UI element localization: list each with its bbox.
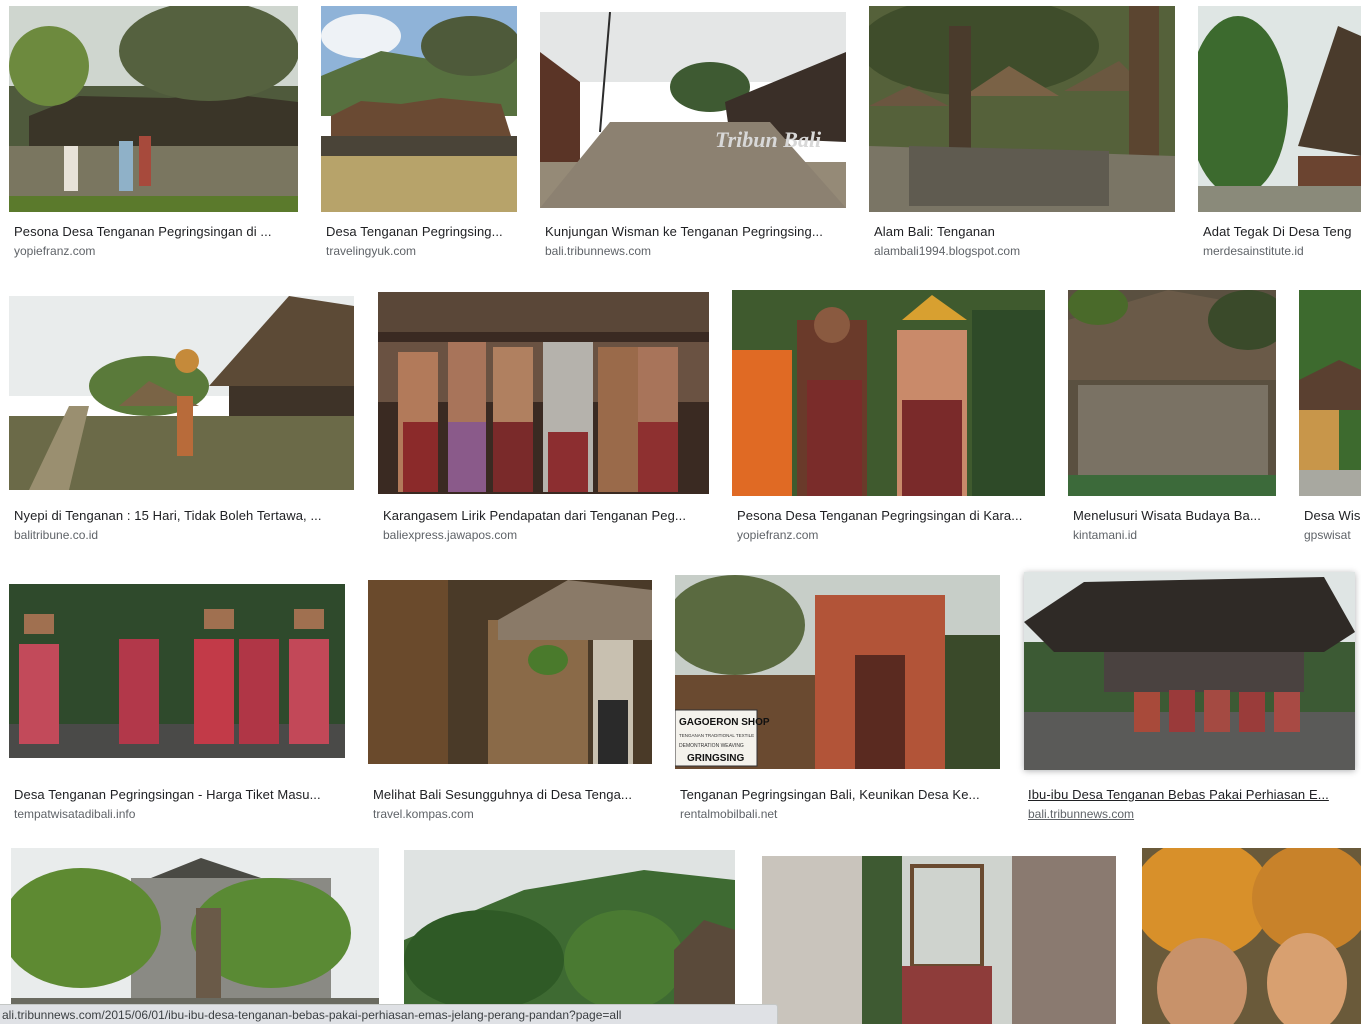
result-caption[interactable]: Melihat Bali Sesungguhnya di Desa Tenga.… xyxy=(373,787,652,802)
result-caption[interactable]: Karangasem Lirik Pendapatan dari Tengana… xyxy=(383,508,709,523)
sign-line: TENGANAN TRADITIONAL TEXTILE xyxy=(679,733,754,738)
sign-line: DEMONTRATION WEAVING xyxy=(679,743,744,749)
sign-line: GAGOERON SHOP xyxy=(679,717,770,728)
result-thumbnail[interactable] xyxy=(9,296,354,490)
result-caption[interactable]: Kunjungan Wisman ke Tenganan Pegringsing… xyxy=(545,224,846,239)
sign-line: GRINGSING xyxy=(687,753,744,764)
result-thumbnail[interactable] xyxy=(762,856,1116,1024)
result-thumbnail[interactable] xyxy=(404,850,735,1024)
status-bar-url: ali.tribunnews.com/2015/06/01/ibu-ibu-de… xyxy=(0,1004,778,1024)
result-caption[interactable]: Desa Tenganan Pegringsing... xyxy=(326,224,517,239)
result-thumbnail[interactable] xyxy=(321,6,517,212)
result-caption[interactable]: Desa Tenganan Pegringsingan - Harga Tike… xyxy=(14,787,345,802)
result-thumbnail[interactable] xyxy=(1198,6,1361,212)
result-source: kintamani.id xyxy=(1073,528,1138,542)
result-source: travel.kompas.com xyxy=(373,807,474,821)
result-caption[interactable]: Menelusuri Wisata Budaya Ba... xyxy=(1073,508,1276,523)
result-thumbnail[interactable] xyxy=(11,848,379,1024)
result-caption[interactable]: Tenganan Pegringsingan Bali, Keunikan De… xyxy=(680,787,1000,802)
result-source: gpswisat xyxy=(1304,528,1351,542)
result-thumbnail[interactable] xyxy=(869,6,1175,212)
result-caption[interactable]: Nyepi di Tenganan : 15 Hari, Tidak Boleh… xyxy=(14,508,354,523)
result-thumbnail[interactable]: Tribun Bali xyxy=(540,12,846,208)
result-source: alambali1994.blogspot.com xyxy=(874,244,1021,258)
result-thumbnail[interactable] xyxy=(368,580,652,764)
result-thumbnail[interactable] xyxy=(732,290,1045,496)
result-source: rentalmobilbali.net xyxy=(680,807,778,821)
result-caption[interactable]: Ibu-ibu Desa Tenganan Bebas Pakai Perhia… xyxy=(1028,787,1355,802)
result-source: baliexpress.jawapos.com xyxy=(383,528,518,542)
result-thumbnail[interactable] xyxy=(378,292,709,494)
result-thumbnail[interactable]: GAGOERON SHOP TENGANAN TRADITIONAL TEXTI… xyxy=(675,575,1000,769)
watermark-text: Tribun Bali xyxy=(715,127,822,152)
result-thumbnail[interactable] xyxy=(1142,848,1361,1024)
result-source: balitribune.co.id xyxy=(14,528,99,542)
result-caption[interactable]: Adat Tegak Di Desa Teng xyxy=(1203,224,1361,239)
result-source: bali.tribunnews.com xyxy=(1028,807,1135,821)
result-caption[interactable]: Desa Wis xyxy=(1304,508,1361,523)
result-source: merdesainstitute.id xyxy=(1203,244,1304,258)
result-source: yopiefranz.com xyxy=(737,528,819,542)
result-caption[interactable]: Pesona Desa Tenganan Pegringsingan di Ka… xyxy=(737,508,1045,523)
result-source: yopiefranz.com xyxy=(14,244,96,258)
result-source: bali.tribunnews.com xyxy=(545,244,652,258)
result-caption[interactable]: Pesona Desa Tenganan Pegringsingan di ..… xyxy=(14,224,298,239)
result-source: travelingyuk.com xyxy=(326,244,417,258)
result-thumbnail[interactable] xyxy=(1068,290,1276,496)
result-thumbnail[interactable] xyxy=(9,6,298,212)
result-thumbnail[interactable] xyxy=(1024,572,1355,770)
result-caption[interactable]: Alam Bali: Tenganan xyxy=(874,224,1175,239)
result-source: tempatwisatadibali.info xyxy=(14,807,136,821)
result-thumbnail[interactable] xyxy=(1299,290,1361,496)
result-thumbnail[interactable] xyxy=(9,584,345,758)
